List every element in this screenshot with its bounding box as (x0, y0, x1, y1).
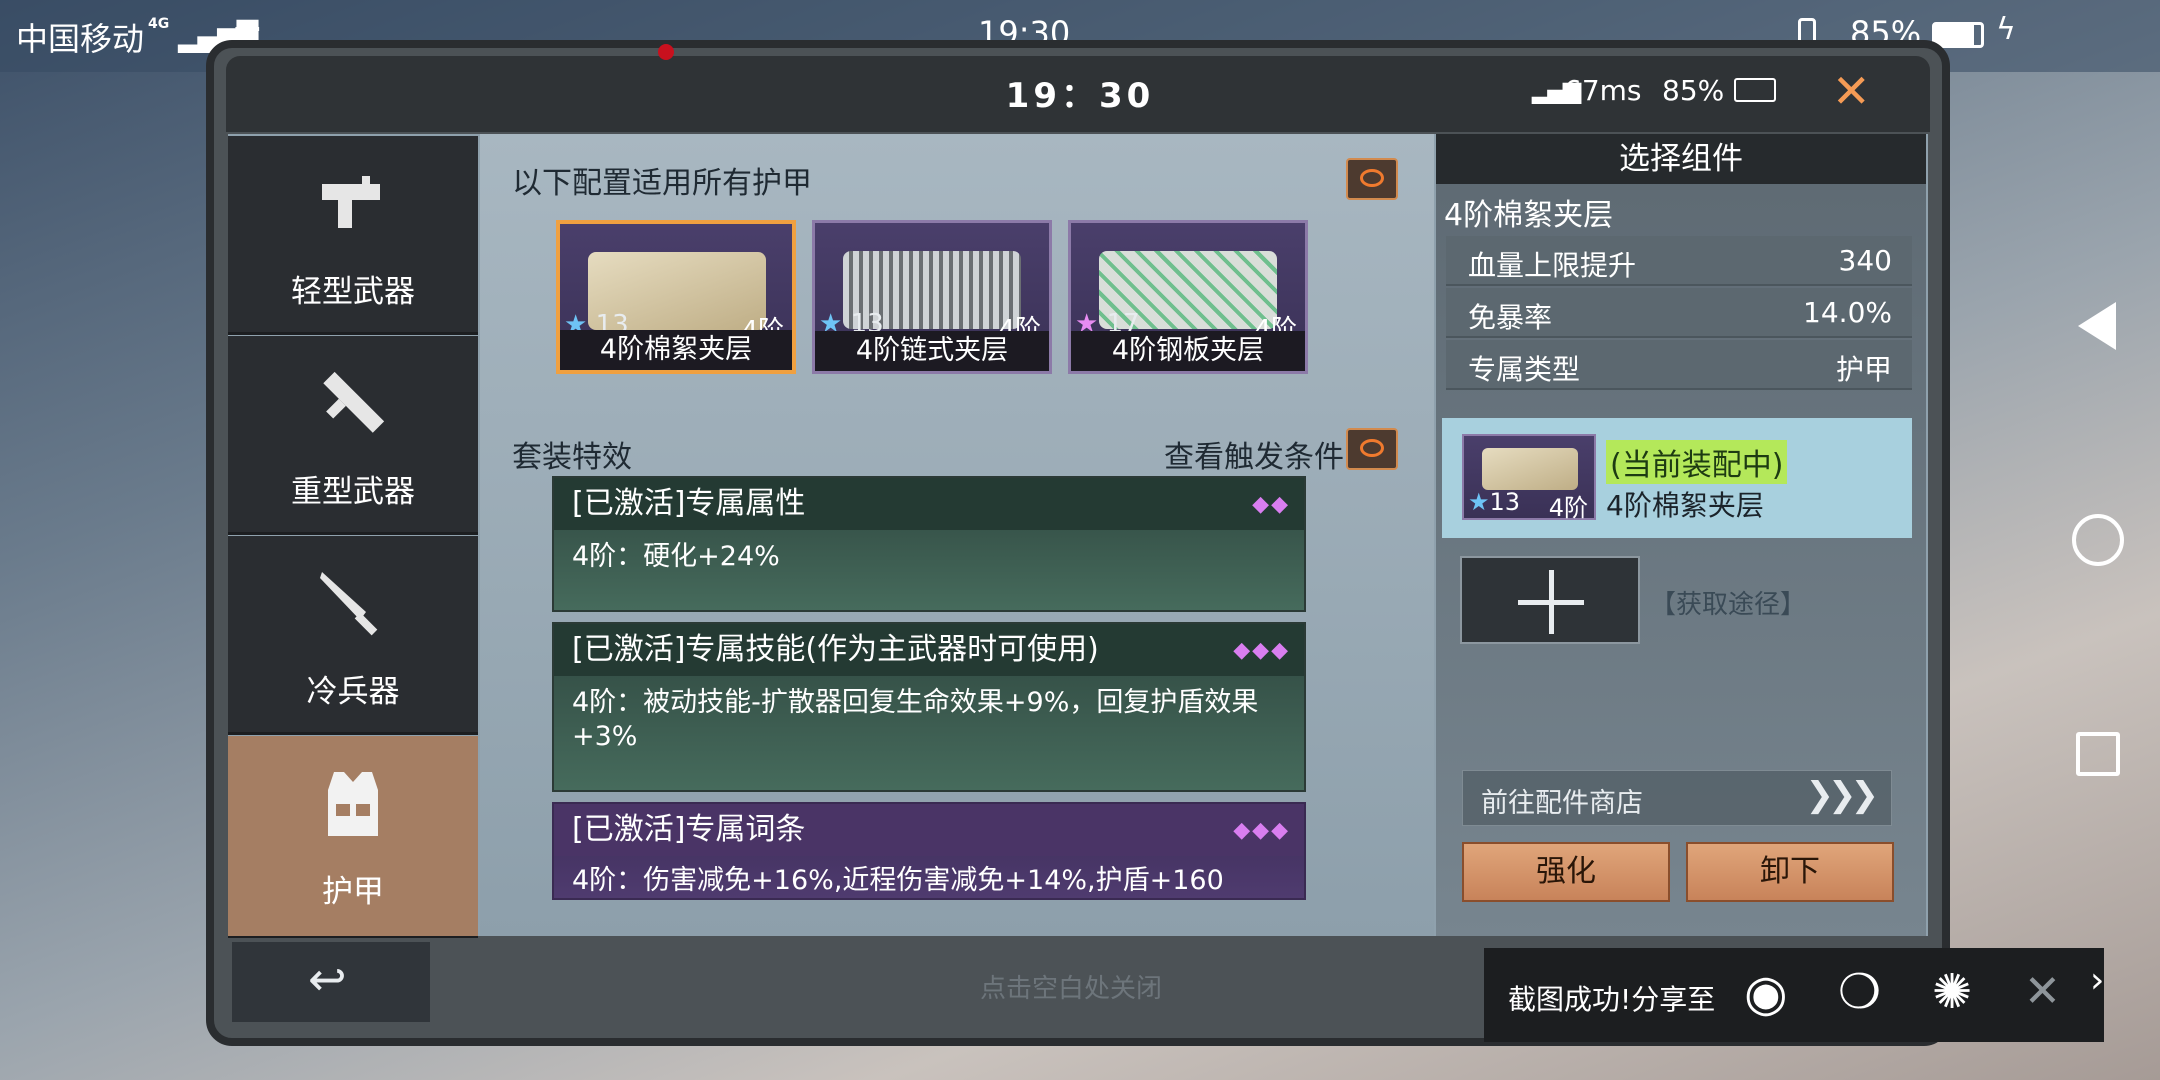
effect-card: [已激活]专属属性 ◆◆ 4阶：硬化+24% (552, 476, 1306, 612)
effect-card: [已激活]专属技能(作为主武器时可使用) ◆◆◆ 4阶：被动技能-扩散器回复生命… (552, 622, 1306, 792)
vest-icon (316, 766, 390, 840)
recents-square-icon (2076, 732, 2120, 776)
nav-melee[interactable]: 冷兵器 (228, 536, 478, 735)
share-toast: 截图成功!分享至 ◉ ❍ ✺ ✕ (1484, 948, 2104, 1042)
add-component-button[interactable] (1460, 556, 1640, 644)
home-circle-icon (2072, 514, 2124, 566)
carrier-name: 中国移动 (16, 20, 145, 58)
stat-value: 340 (1838, 244, 1892, 277)
nav-label: 护甲 (322, 874, 384, 910)
rarity-dots-icon: ◆◆ (1252, 492, 1290, 517)
close-hint[interactable]: 点击空白处关闭 (980, 968, 1162, 1005)
effect-title: [已激活]专属技能(作为主武器时可使用) (554, 624, 1304, 676)
nav-armor[interactable]: 护甲 (228, 736, 478, 939)
battery-icon (1932, 22, 1984, 48)
item-tier: 4阶 (1548, 494, 1588, 522)
back-nav-button[interactable] (2058, 286, 2138, 366)
cotton-roll-icon (1482, 448, 1578, 490)
item-name: 4阶棉絮夹层 (560, 330, 792, 370)
eye-icon[interactable] (1346, 158, 1398, 200)
launcher-icon (316, 366, 390, 440)
obtain-path-link[interactable]: 【获取途径】 (1650, 584, 1806, 621)
chevron-right-icon: ❯❯❯ (1805, 775, 1880, 815)
charging-icon: ϟ (1996, 12, 2016, 47)
equipped-item-thumb: ★13 4阶 (1462, 434, 1596, 522)
stat-key: 血量上限提升 (1468, 249, 1637, 282)
component-name: 4阶棉絮夹层 (1444, 198, 1614, 233)
game-clock: 19：30 (1005, 76, 1155, 116)
star-icon: ★13 (1468, 488, 1521, 516)
close-icon[interactable]: ✕ (1832, 64, 1871, 118)
moments-icon[interactable]: ✺ (1932, 964, 1972, 1020)
equipped-card[interactable]: ★13 4阶 (当前装配中) 4阶棉絮夹层 (1442, 418, 1912, 538)
wechat-icon[interactable]: ❍ (1838, 964, 1881, 1020)
stat-row: 专属类型 护甲 (1446, 340, 1912, 390)
chevron-right-icon[interactable]: › (2090, 960, 2104, 1001)
effect-body: 4阶：被动技能-扩散器回复生命效果+9%，回复护盾效果+3% (572, 687, 1259, 752)
nav-light-weapons[interactable]: 轻型武器 (228, 136, 478, 335)
item-name: 4阶链式夹层 (815, 331, 1049, 371)
armor-item-chain[interactable]: ★ 13 4阶 4阶链式夹层 (812, 220, 1052, 374)
game-battery-percent: 85% (1662, 74, 1725, 107)
eye-icon[interactable] (1346, 428, 1398, 470)
undo-arrow-icon: ↩ (308, 952, 347, 1006)
unequip-button[interactable]: 卸下 (1686, 842, 1894, 902)
shop-label: 前往配件商店 (1481, 788, 1643, 819)
game-battery-icon (1734, 78, 1776, 102)
armor-item-steel[interactable]: ★ 17 4阶 4阶钢板夹层 (1068, 220, 1308, 374)
stat-key: 免暴率 (1468, 301, 1553, 334)
stat-value: 14.0% (1803, 296, 1892, 329)
weibo-icon[interactable]: ◉ (1744, 964, 1788, 1022)
smg-icon (316, 166, 390, 240)
notch-dot (658, 44, 674, 60)
set-effect-title: 套装特效 (512, 440, 632, 475)
home-nav-button[interactable] (2058, 500, 2138, 580)
back-button[interactable]: ↩ (232, 942, 430, 1022)
network-type: 4G (148, 16, 170, 32)
nav-heavy-weapons[interactable]: 重型武器 (228, 336, 478, 535)
ping-value: 67ms (1564, 74, 1642, 107)
nav-label: 冷兵器 (306, 674, 400, 710)
recents-nav-button[interactable] (2058, 714, 2138, 794)
stat-row: 血量上限提升 340 (1446, 236, 1912, 286)
component-panel-title: 选择组件 (1436, 134, 1926, 184)
item-name: 4阶钢板夹层 (1071, 331, 1305, 371)
stat-key: 专属类型 (1468, 353, 1581, 386)
nav-label: 轻型武器 (291, 274, 415, 310)
knife-icon (316, 566, 390, 640)
config-title: 以下配置适用所有护甲 (512, 166, 812, 201)
nav-label: 重型武器 (291, 474, 415, 510)
effect-card: [已激活]专属词条 ◆◆◆ 4阶：伤害减免+16%,近程伤害减免+14%,护盾+… (552, 802, 1306, 900)
rarity-dots-icon: ◆◆◆ (1233, 638, 1290, 663)
effect-title: [已激活]专属词条 (554, 804, 1304, 856)
stat-row: 免暴率 14.0% (1446, 288, 1912, 338)
back-triangle-icon (2078, 302, 2116, 350)
effect-body: 4阶：硬化+24% (572, 541, 780, 572)
effect-body: 4阶：伤害减免+16%,近程伤害减免+14%,护盾+160 (572, 865, 1224, 896)
effect-title: [已激活]专属属性 (554, 478, 1304, 530)
rarity-dots-icon: ◆◆◆ (1233, 818, 1290, 843)
armor-item-cotton[interactable]: ★ 13 4阶 4阶棉絮夹层 (556, 220, 796, 374)
shop-link[interactable]: 前往配件商店 ❯❯❯ (1462, 770, 1892, 826)
close-icon[interactable]: ✕ (2024, 966, 2061, 1017)
equipped-tag: (当前装配中) (1606, 440, 1788, 484)
enhance-button[interactable]: 强化 (1462, 842, 1670, 902)
plus-icon-vertical (1549, 570, 1554, 634)
android-nav-bar (2036, 72, 2160, 1080)
trigger-conditions-link[interactable]: 查看触发条件 (1164, 432, 1344, 476)
stat-value: 护甲 (1835, 353, 1892, 386)
equipped-name: 4阶棉絮夹层 (1606, 489, 1764, 522)
toast-label: 截图成功!分享至 (1508, 983, 1716, 1016)
